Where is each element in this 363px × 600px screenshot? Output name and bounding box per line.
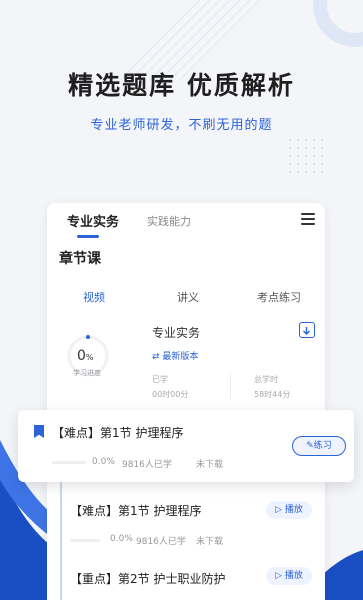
play-button[interactable]: ▷ 播放 bbox=[266, 501, 312, 519]
practice-button[interactable]: ✎练习 bbox=[292, 436, 346, 456]
lesson-timeline bbox=[60, 482, 62, 600]
lesson-title: 【难点】第1节 护理程序 bbox=[52, 426, 184, 440]
play-button[interactable]: ▷ 播放 bbox=[266, 567, 312, 585]
studied-value: 00时00分 bbox=[152, 390, 189, 399]
bookmark-icon bbox=[34, 425, 44, 438]
progress-value: 0% bbox=[77, 348, 94, 364]
play-icon: ▷ bbox=[275, 505, 285, 515]
total-hours-label: 总学时 bbox=[254, 375, 278, 384]
play-icon: ▷ bbox=[275, 571, 285, 581]
lesson-learners: 9816人已学 bbox=[122, 460, 172, 470]
edit-icon: ✎ bbox=[306, 441, 314, 451]
stat-divider bbox=[230, 373, 231, 399]
lesson-percent: 0.0% bbox=[92, 457, 115, 467]
subject-tabs: 专业实务 实践能力 bbox=[47, 211, 325, 241]
lesson-download-status: 未下载 bbox=[196, 460, 224, 470]
tab-active-indicator bbox=[77, 235, 99, 238]
menu-icon[interactable] bbox=[301, 213, 315, 225]
download-icon[interactable] bbox=[299, 322, 315, 338]
lesson-download-status: 未下载 bbox=[196, 537, 224, 547]
hero-subtitle: 专业老师研发，不刷无用的题 bbox=[90, 118, 273, 133]
total-hours-value: 58时44分 bbox=[254, 390, 291, 399]
lesson-percent: 0.0% bbox=[110, 534, 133, 544]
subtab-video[interactable]: 视频 bbox=[83, 289, 105, 305]
studied-label: 已学 bbox=[152, 375, 168, 384]
tab-practical-ability[interactable]: 实践能力 bbox=[147, 213, 191, 229]
lesson-card-highlighted[interactable]: 【难点】第1节 护理程序 0.0% 9816人已学 未下载 ✎练习 bbox=[18, 410, 354, 482]
swap-icon: ⇄ bbox=[152, 352, 163, 362]
lesson-learners: 9816人已学 bbox=[136, 537, 186, 547]
progress-label: 学习进度 bbox=[73, 369, 101, 377]
subtab-key-point-practice[interactable]: 考点练习 bbox=[257, 289, 301, 305]
lesson-title: 【重点】第2节 护士职业防护 bbox=[70, 572, 226, 586]
course-name: 专业实务 bbox=[152, 326, 201, 340]
lesson-title: 【难点】第1节 护理程序 bbox=[70, 504, 202, 518]
lesson-progress-bar bbox=[52, 461, 86, 464]
tab-professional-practice[interactable]: 专业实务 bbox=[67, 211, 119, 230]
subtab-handout[interactable]: 讲义 bbox=[177, 289, 199, 305]
section-title: 章节课 bbox=[59, 251, 101, 267]
hero-title: 精选题库 优质解析 bbox=[68, 71, 295, 100]
version-selector[interactable]: ⇄ 最新版本 bbox=[152, 349, 198, 362]
lesson-progress-bar bbox=[70, 539, 100, 542]
